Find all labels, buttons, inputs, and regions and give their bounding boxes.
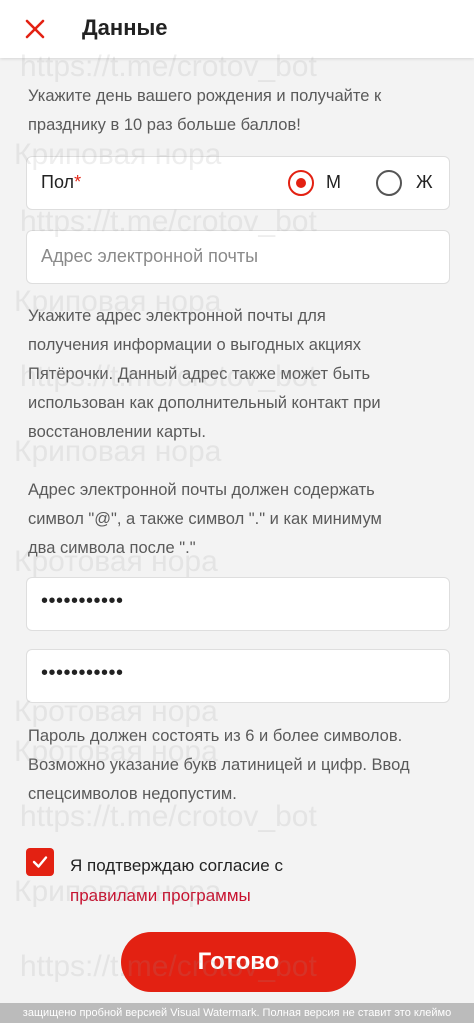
page-title: Данные: [82, 15, 168, 40]
gender-field: Пол* М Ж: [26, 156, 450, 210]
required-mark: *: [74, 172, 82, 192]
password-confirm-value: •••••••••••: [41, 662, 124, 684]
close-x-icon: [25, 19, 45, 39]
email-placeholder: Адрес электронной почты: [41, 246, 259, 266]
gender-label-male: М: [326, 172, 341, 192]
email-field[interactable]: Адрес электронной почты: [26, 230, 450, 284]
email-rule-hint: Адрес электронной почты должен содержать…: [28, 481, 382, 557]
checkmark-icon: [32, 856, 48, 868]
program-rules-link[interactable]: правилами программы: [70, 881, 283, 911]
email-hint: Укажите адрес электронной почты для полу…: [28, 307, 381, 441]
top-bar: Данные: [0, 0, 474, 58]
password-confirm-field[interactable]: •••••••••••: [26, 649, 450, 703]
gender-radio-male[interactable]: [288, 170, 314, 196]
gender-label: Пол*: [41, 172, 82, 192]
trial-banner: защищено пробной версией Visual Watermar…: [0, 1003, 474, 1023]
done-button[interactable]: Готово: [121, 932, 356, 992]
consent-checkbox[interactable]: [26, 848, 54, 876]
close-button[interactable]: [20, 14, 50, 44]
gender-radio-female[interactable]: [376, 170, 402, 196]
consent-text: Я подтверждаю согласие с правилами прогр…: [70, 851, 283, 911]
gender-label-female: Ж: [416, 172, 433, 192]
password-value: •••••••••••: [41, 590, 124, 612]
birthday-hint: Укажите день вашего рождения и получайте…: [28, 87, 382, 134]
password-field[interactable]: •••••••••••: [26, 577, 450, 631]
password-hint: Пароль должен состоять из 6 и более симв…: [28, 727, 410, 803]
